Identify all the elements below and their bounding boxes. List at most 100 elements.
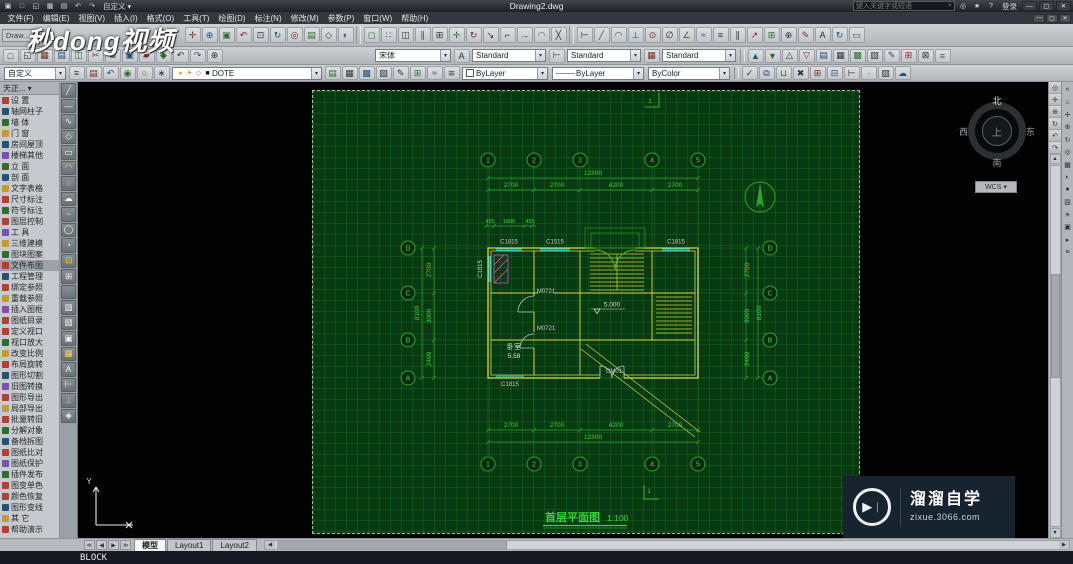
rotate-icon[interactable]: ↻ (466, 27, 482, 43)
layer-select[interactable]: ● ☀ ◇ ■ DOTE ▾ (172, 67, 322, 80)
quick-dim-icon[interactable]: ≈ (696, 27, 712, 43)
comm-center-icon[interactable]: ◎ (957, 1, 969, 11)
arc-length-dim-icon[interactable]: ◠ (611, 27, 627, 43)
sidebar-item-drawing-export[interactable]: 图形导出 (0, 392, 59, 403)
dim-style-select[interactable]: Standard ▾ (567, 49, 641, 62)
layer-freeze-icon[interactable]: ∗ (154, 66, 170, 80)
sidebar-item-settings[interactable]: 设 置 (0, 95, 59, 106)
sheet-set-manager-icon[interactable]: ▧ (376, 66, 392, 80)
sidebar-item-door-window[interactable]: 门 窗 (0, 128, 59, 139)
designcenter-icon[interactable]: ▦ (833, 49, 849, 63)
sidebar-item-wall[interactable]: 墙 体 (0, 117, 59, 128)
sidebar-item-text-table[interactable]: 文字表格 (0, 183, 59, 194)
tab-prev-icon[interactable]: ◀ (96, 540, 107, 550)
minimize-icon[interactable]: — (1022, 1, 1037, 11)
draworder-front-icon[interactable]: ▲ (748, 49, 764, 63)
steering-wheel-icon[interactable]: ◎ (287, 27, 303, 43)
sidebar-item-dimension[interactable]: 尺寸标注 (0, 194, 59, 205)
sidebar-item-explode-object[interactable]: 分解对象 (0, 425, 59, 436)
lights-icon[interactable]: ☀ (1062, 209, 1073, 220)
leader-icon[interactable]: ↗ (747, 27, 763, 43)
layer-color-icon[interactable]: ■ (203, 70, 212, 77)
explode-icon[interactable]: ╳ (551, 27, 567, 43)
region-icon[interactable]: ▣ (61, 331, 76, 346)
continue-dim-icon[interactable]: ∥ (730, 27, 746, 43)
menu-help[interactable]: 帮助(H) (397, 12, 433, 24)
nav-rewind-icon[interactable]: ↶ (1049, 130, 1061, 142)
radius-dim-icon[interactable]: ⊙ (645, 27, 661, 43)
nav-zoom-icon[interactable]: ⊕ (1049, 106, 1061, 118)
save-icon[interactable]: ▦ (44, 1, 56, 11)
sidebar-item-layer-control[interactable]: 图层控制 (0, 216, 59, 227)
viewcube-north-label[interactable]: 北 (962, 94, 1032, 107)
measure-icon[interactable]: ⊢ (844, 66, 860, 80)
ellipse-arc-icon[interactable]: ◔ (61, 238, 76, 253)
zoom-extents-icon[interactable]: ⊡ (253, 27, 269, 43)
sidebar-item-stairs-other[interactable]: 楼梯其他 (0, 150, 59, 161)
angular-dim-icon[interactable]: ∠ (679, 27, 695, 43)
circle-icon[interactable]: ○ (61, 176, 76, 191)
sidebar-item-archive-split[interactable]: 备档拆图 (0, 436, 59, 447)
zoom-icon[interactable]: ⊕ (207, 49, 223, 63)
chevron-down-icon[interactable]: ▾ (725, 50, 735, 61)
dim-edit-icon[interactable]: ✎ (798, 27, 814, 43)
sidebar-item-viewport-zoom[interactable]: 视口放大 (0, 337, 59, 348)
layer-isolate-icon[interactable]: ◉ (120, 66, 136, 80)
construction-line-icon[interactable]: — (61, 99, 76, 114)
osnap-icon[interactable]: ◈ (61, 409, 76, 424)
menu-parametric[interactable]: 参数(P) (323, 12, 359, 24)
close-icon[interactable]: ✕ (1056, 1, 1071, 11)
fillet-icon[interactable]: ◠ (534, 27, 550, 43)
doc-restore-icon[interactable]: ▢ (1046, 14, 1058, 23)
undo-icon[interactable]: ↶ (72, 1, 84, 11)
text-style-icon[interactable]: A (454, 49, 470, 63)
layer-off-icon[interactable]: ○ (137, 66, 153, 80)
quickcalc-icon[interactable]: ⊞ (901, 49, 917, 63)
tab-layout2[interactable]: Layout2 (212, 539, 256, 551)
redo-arrow-icon[interactable]: ↷ (190, 49, 206, 63)
sidebar-item-3d-modeling[interactable]: 三维建模 (0, 238, 59, 249)
nav-pan-icon[interactable]: ✛ (1049, 94, 1061, 106)
help-icon[interactable]: ? (985, 1, 997, 11)
layer-sun-icon[interactable]: ☀ (185, 69, 194, 77)
extend-icon[interactable]: → (517, 27, 533, 43)
revision-cloud-icon[interactable]: ☁ (895, 66, 911, 80)
chevron-down-icon[interactable]: ▾ (630, 50, 640, 61)
sidebar-item-insert-frame[interactable]: 插入图框 (0, 304, 59, 315)
scroll-right-icon[interactable]: ▶ (1059, 541, 1069, 549)
chevron-down-icon[interactable]: ▾ (719, 68, 729, 79)
render-icon[interactable]: ● (1062, 184, 1073, 195)
copy-to-layer-icon[interactable]: ⧉ (759, 66, 775, 80)
sidebar-item-project-management[interactable]: 工程管理 (0, 271, 59, 282)
scale-icon[interactable]: ↘ (483, 27, 499, 43)
chevron-down-icon[interactable]: ▾ (535, 50, 545, 61)
table-style-select[interactable]: Standard ▾ (662, 49, 736, 62)
home-view-icon[interactable]: ⌂ (1062, 97, 1073, 108)
markup-icon[interactable]: ✎ (884, 49, 900, 63)
polyline-icon[interactable]: ∿ (61, 114, 76, 129)
line-icon[interactable]: ╱ (61, 83, 76, 98)
settings-icon[interactable]: ≡ (1062, 247, 1073, 258)
menu-dimension[interactable]: 标注(N) (250, 12, 286, 24)
point-icon[interactable]: ∙ (61, 285, 76, 300)
sidebar-item-define-viewport[interactable]: 定义视口 (0, 326, 59, 337)
vscroll-track[interactable] (1050, 165, 1061, 527)
ucs-tool-icon[interactable]: ⊥ (61, 393, 76, 408)
layer-merge-icon[interactable]: ⊔ (776, 66, 792, 80)
pan-icon[interactable]: ✛ (185, 27, 201, 43)
chevron-down-icon[interactable]: ▾ (440, 50, 450, 61)
tab-first-icon[interactable]: ≪ (84, 540, 95, 550)
menu-window[interactable]: 窗口(W) (359, 12, 397, 24)
revcloud-icon[interactable]: ☁ (61, 192, 76, 207)
array-icon[interactable]: ⊞ (432, 27, 448, 43)
orbit-icon[interactable]: ↻ (270, 27, 286, 43)
sidebar-item-sheet-list[interactable]: 图纸目录 (0, 315, 59, 326)
chevron-down-icon[interactable]: ▾ (537, 68, 547, 79)
viewcube-south-label[interactable]: 南 (962, 156, 1032, 169)
orbit-tool-icon[interactable]: ↻ (1062, 134, 1073, 145)
tab-model[interactable]: 模型 (134, 539, 166, 551)
dim-style-manager-icon[interactable]: ▭ (849, 27, 865, 43)
tab-last-icon[interactable]: ≫ (120, 540, 131, 550)
font-style-select[interactable]: 宋体 ▾ (375, 49, 451, 62)
point-style-icon[interactable]: ∙ (861, 66, 877, 80)
